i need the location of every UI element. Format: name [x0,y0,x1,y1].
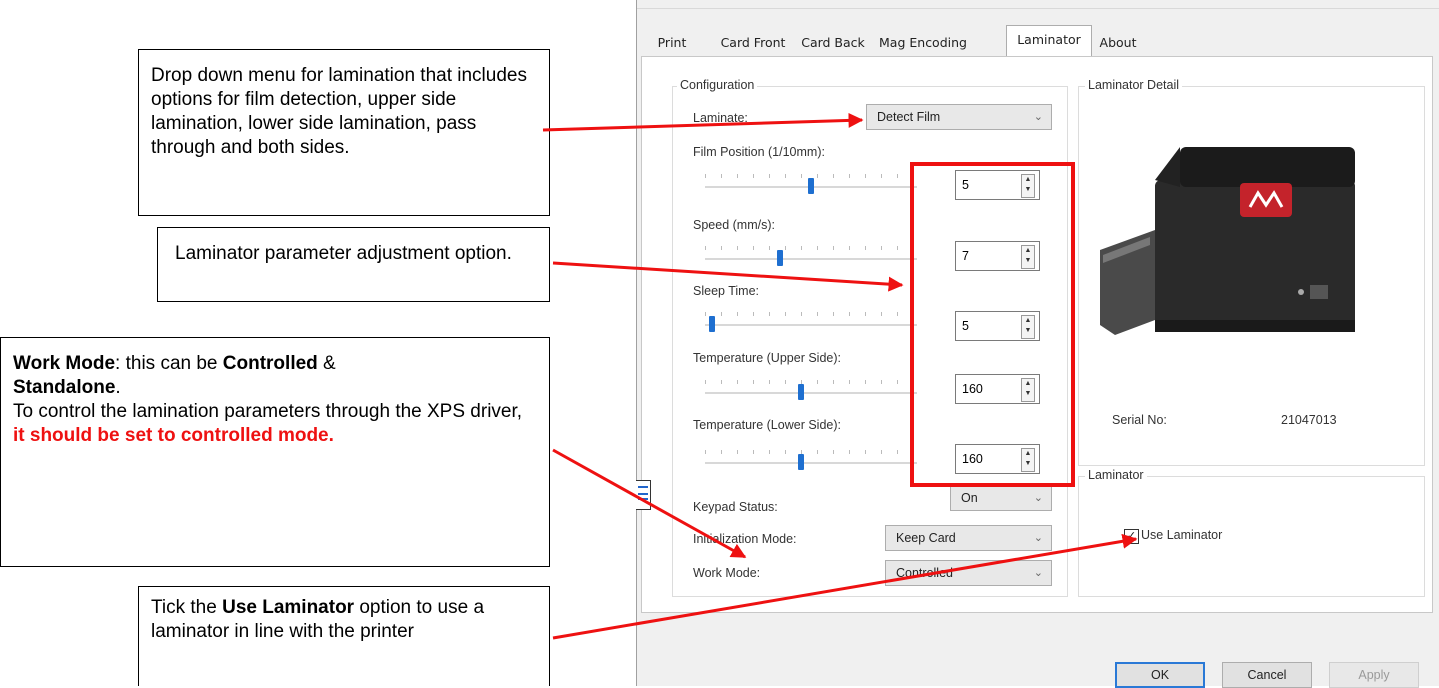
arrow-use-laminator [552,533,1138,640]
arrow-parameter-adjust [552,261,904,292]
arrow-work-mode [552,448,747,559]
arrow-lamination-menu [542,112,864,132]
annotation-arrows [542,112,1138,640]
